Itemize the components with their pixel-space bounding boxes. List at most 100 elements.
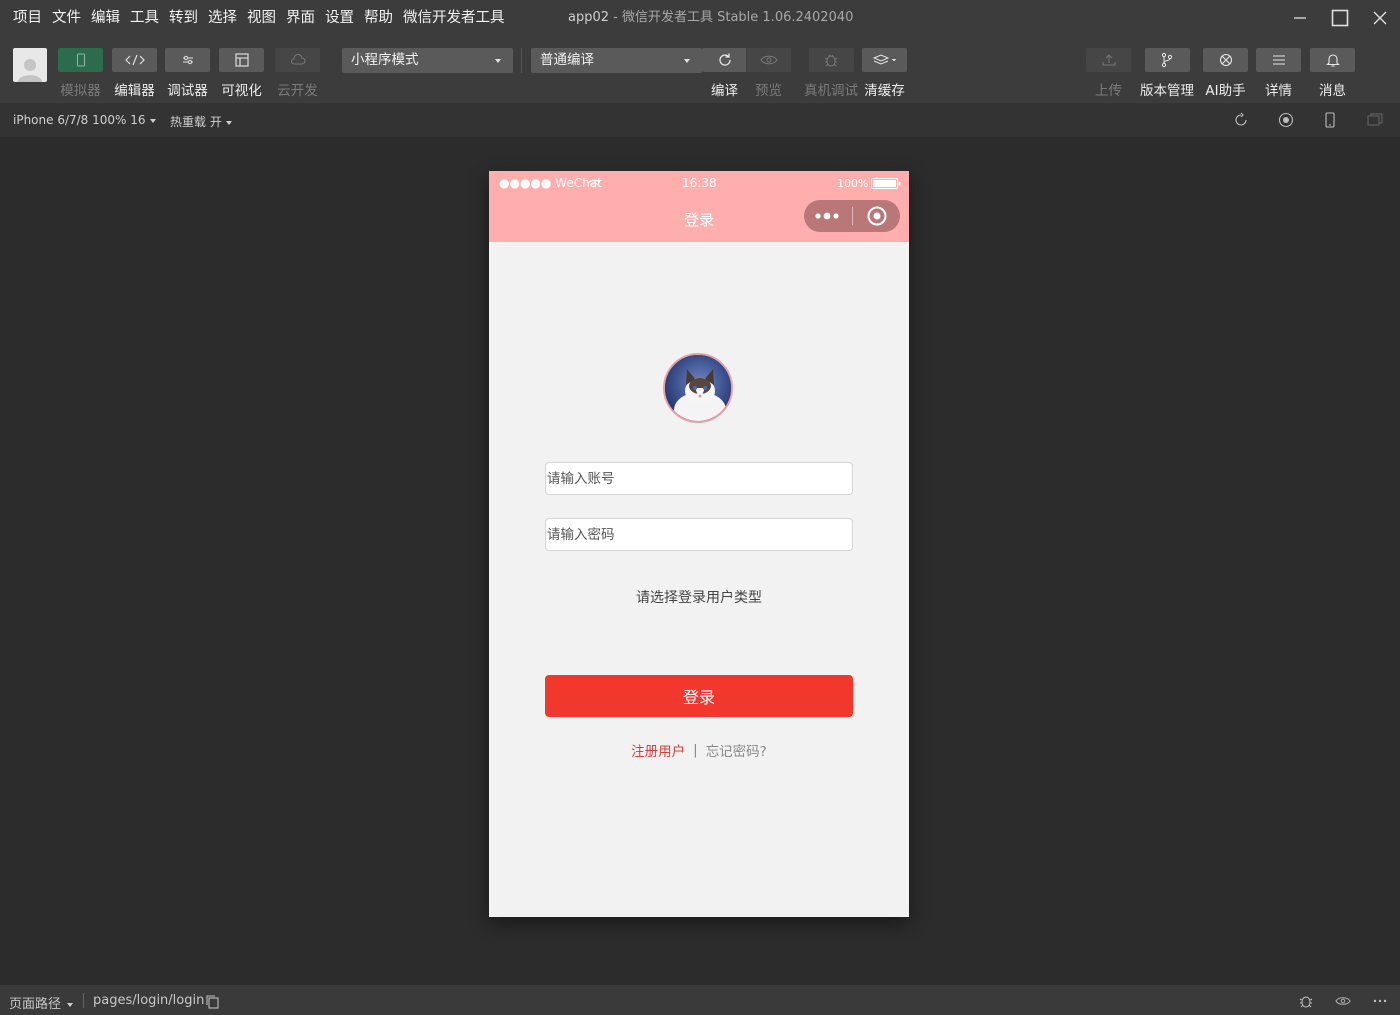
menu-item-interface[interactable]: 界面 [281,0,320,36]
tool-messages[interactable]: 消息 [1310,48,1355,99]
details-button[interactable] [1256,48,1301,72]
hot-reload-value: 热重载 开 [170,115,222,129]
bug-icon [824,54,838,67]
simulator-label: 模拟器 [60,83,101,99]
menu-item-select[interactable]: 选择 [203,0,242,36]
ai-button[interactable] [1203,48,1248,72]
tool-ai[interactable]: AI助手 [1203,48,1248,99]
menu-item-edit[interactable]: 编辑 [86,0,125,36]
code-icon [124,54,145,66]
compile-select-value: 普通编译 [540,52,594,68]
close-button[interactable] [1360,0,1400,36]
links-separator: | [693,742,698,758]
phone-navigation-bar: ●●●●● WeChat 16:38 100% 登录 [489,171,909,242]
status-carrier: ●●●●● WeChat [499,176,602,190]
messages-button[interactable] [1310,48,1355,72]
tool-upload[interactable]: 上传 [1086,48,1131,99]
tool-version[interactable]: 版本管理 [1140,48,1194,99]
tool-details[interactable]: 详情 [1256,48,1301,99]
version-label: 版本管理 [1140,83,1194,99]
upload-button[interactable] [1086,48,1131,72]
maximize-button[interactable] [1320,0,1360,36]
debugger-label: 调试器 [167,83,208,99]
device-select[interactable]: iPhone 6/7/8 100% 16 [13,113,156,127]
page-path-select[interactable]: 页面路径 [9,993,74,1012]
hot-reload-select[interactable]: 热重载 开 [170,113,232,130]
auth-links: 注册用户 | 忘记密码? [489,740,909,760]
eye-icon[interactable] [1335,993,1351,1009]
more-icon[interactable] [1372,993,1388,1009]
more-icon[interactable] [814,211,842,221]
page-path-label: 页面路径 [9,997,62,1012]
menu-item-view[interactable]: 视图 [242,0,281,36]
tool-editor[interactable]: 编辑器 [112,48,157,99]
phone-icon [76,53,85,67]
chevron-down-icon [225,120,232,125]
user-avatar[interactable] [13,48,47,82]
chevron-down-icon [684,59,690,63]
details-label: 详情 [1265,83,1292,99]
remote-debug-button[interactable] [808,48,854,72]
tool-cloud[interactable]: 云开发 [275,48,320,99]
simulator-button[interactable] [58,48,103,72]
close-miniprogram-icon[interactable] [866,205,888,227]
upload-icon [1102,54,1115,66]
chevron-down-icon [67,1002,74,1007]
maximize-icon [1331,9,1349,27]
close-icon [1373,11,1387,25]
tool-simulator[interactable]: 模拟器 [58,48,103,99]
version-button[interactable] [1144,48,1190,72]
rotate-icon[interactable] [1233,112,1249,128]
statusbar-divider [83,993,84,1008]
menu-icon [1272,55,1285,65]
compile-label: 编译 [711,83,738,99]
forgot-password-link[interactable]: 忘记密码? [706,740,767,760]
preview-button[interactable] [746,48,791,72]
minimize-button[interactable] [1280,0,1320,36]
upload-label: 上传 [1095,83,1122,99]
menu-item-settings[interactable]: 设置 [320,0,359,36]
mode-select[interactable]: 小程序模式 [342,48,513,73]
menu-item-goto[interactable]: 转到 [164,0,203,36]
title-bar: 项目 文件 编辑 工具 转到 选择 视图 界面 设置 帮助 微信开发者工具 ap… [0,0,1400,36]
tool-visual[interactable]: 可视化 [219,48,264,99]
bug-icon[interactable] [1298,993,1314,1009]
messages-label: 消息 [1319,83,1346,99]
menu-item-tools[interactable]: 工具 [125,0,164,36]
tool-clear-cache[interactable]: 清缓存 [862,48,907,99]
account-input[interactable] [545,462,853,495]
capsule-menu [804,200,900,232]
tool-compile[interactable]: 编译 [702,48,747,99]
popout-icon[interactable] [1367,112,1383,128]
password-input[interactable] [545,518,853,551]
compile-button[interactable] [702,48,747,72]
register-link[interactable]: 注册用户 [631,740,685,760]
toolbar-divider [521,48,522,73]
menu-item-file[interactable]: 文件 [47,0,86,36]
tool-debugger[interactable]: 调试器 [165,48,210,99]
remote-debug-label: 真机调试 [804,83,858,99]
menu-item-help[interactable]: 帮助 [359,0,398,36]
clear-cache-label: 清缓存 [864,83,905,99]
minimize-icon [1294,17,1306,19]
tool-preview[interactable]: 预览 [746,48,791,99]
cloud-button[interactable] [275,48,320,72]
editor-button[interactable] [112,48,157,72]
device-phone-icon[interactable] [1322,112,1338,128]
login-button[interactable]: 登录 [545,675,853,717]
clear-cache-button[interactable] [862,48,907,72]
window-title-rest: - 微信开发者工具 Stable 1.06.2402040 [609,10,854,25]
visual-button[interactable] [219,48,264,72]
user-type-picker[interactable]: 请选择登录用户类型 [489,587,909,607]
copy-icon[interactable] [205,994,221,1010]
compile-select[interactable]: 普通编译 [531,48,702,73]
debugger-button[interactable] [165,48,210,72]
record-icon[interactable] [1278,112,1294,128]
cat-avatar-image [665,355,731,421]
preview-label: 预览 [755,83,782,99]
tool-remote-debug[interactable]: 真机调试 [804,48,858,99]
simulator-phone: ●●●●● WeChat 16:38 100% 登录 请输入账号 请选择登录用户… [489,171,909,917]
menu-item-project[interactable]: 项目 [8,0,47,36]
user-icon [18,59,42,82]
menu-item-wechat-devtools[interactable]: 微信开发者工具 [398,0,510,36]
